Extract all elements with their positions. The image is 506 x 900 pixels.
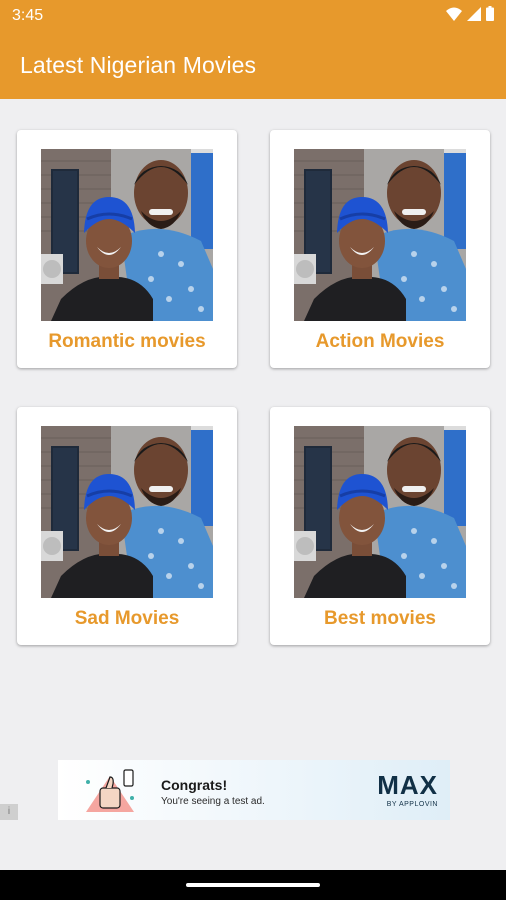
category-label: Best movies	[324, 608, 436, 629]
movie-thumbnail	[41, 426, 213, 598]
app-bar: 3:45 Latest Nigerian Movies	[0, 0, 506, 99]
signal-icon	[467, 6, 481, 26]
movie-thumbnail	[41, 149, 213, 321]
category-label: Action Movies	[315, 331, 445, 352]
ad-brand-logo: MAX	[377, 770, 438, 800]
category-card-best[interactable]: Best movies	[270, 407, 490, 645]
ad-subtext: You're seeing a test ad.	[161, 796, 265, 807]
status-time: 3:45	[12, 7, 44, 24]
wifi-icon	[446, 7, 462, 26]
category-label: Sad Movies	[74, 608, 180, 629]
ad-banner[interactable]: Congrats! You're seeing a test ad. MAX B…	[58, 760, 450, 820]
thumbs-up-icon	[80, 768, 140, 819]
movie-thumbnail	[294, 426, 466, 598]
system-nav-bar	[0, 870, 506, 900]
ad-brand-by: BY APPLOVIN	[386, 801, 438, 808]
ad-headline: Congrats!	[161, 777, 228, 793]
ad-info-icon[interactable]: i	[0, 804, 18, 820]
home-gesture-handle[interactable]	[186, 883, 320, 887]
category-card-action[interactable]: Action Movies	[270, 130, 490, 368]
category-card-sad[interactable]: Sad Movies	[17, 407, 237, 645]
category-card-romantic[interactable]: Romantic movies	[17, 130, 237, 368]
battery-icon	[486, 6, 494, 26]
movie-thumbnail	[294, 149, 466, 321]
status-icons	[446, 6, 494, 26]
category-label: Romantic movies	[48, 331, 206, 352]
app-title: Latest Nigerian Movies	[20, 52, 257, 78]
